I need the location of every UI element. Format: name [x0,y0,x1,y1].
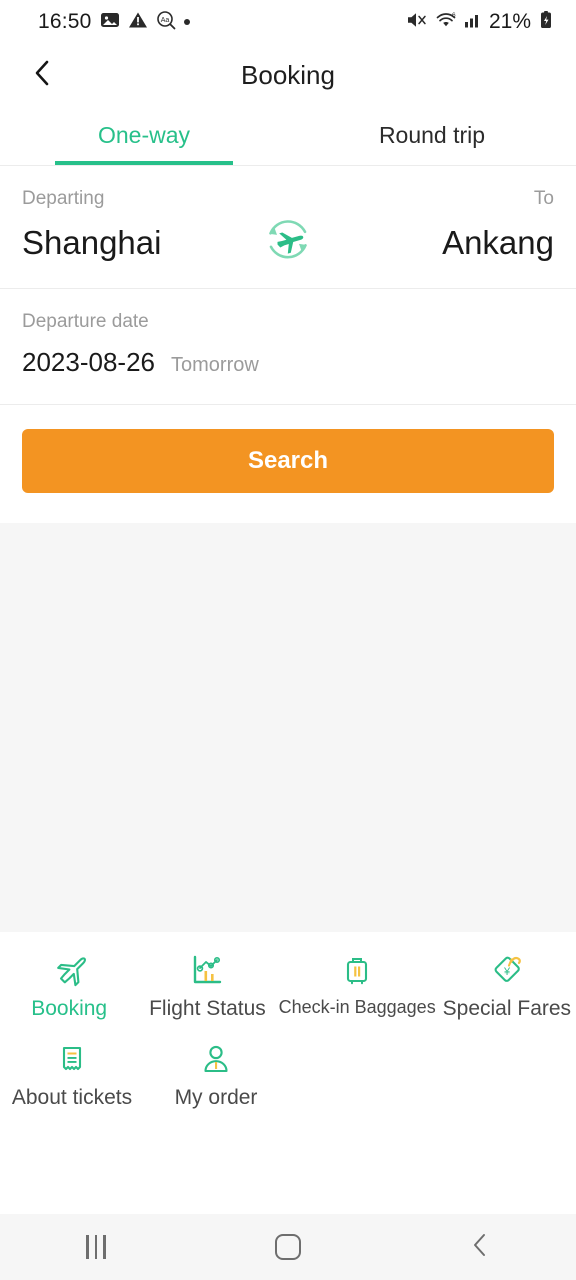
menu-label-flight-status: Flight Status [149,997,266,1020]
route-selector: Departing To Shanghai Ankang [0,166,576,289]
menu-label-my-order: My order [174,1086,258,1109]
menu-item-empty-2 [432,1031,576,1120]
chart-icon [187,948,227,992]
receipt-icon [52,1037,92,1081]
status-bar: 16:50 Aa 6 21% [0,0,576,44]
departure-city[interactable]: Shanghai [22,224,161,262]
dot-icon [183,19,190,25]
wifi-6-icon: 6 [435,10,457,35]
departure-date-relative: Tomorrow [171,354,259,376]
recents-icon [86,1235,106,1259]
signal-bars-icon [464,10,482,35]
departing-label: Departing [22,188,105,209]
chevron-left-icon [30,58,56,93]
menu-item-empty-1 [288,1031,432,1120]
departure-date-values: 2023-08-26 Tomorrow [22,347,554,378]
battery-percent: 21% [488,10,531,33]
bottom-menu-row-2: About tickets My order [0,1031,576,1120]
menu-label-special-fares: Special Fares [442,997,572,1020]
tab-one-way[interactable]: One-way [0,106,288,165]
home-button[interactable] [192,1234,384,1260]
status-time: 16:50 [38,10,92,33]
warning-icon [128,10,148,35]
search-button[interactable]: Search [22,429,554,493]
recents-button[interactable] [0,1235,192,1259]
menu-label-checkin-baggages: Check-in Baggages [278,997,436,1017]
menu-item-my-order[interactable]: My order [144,1031,288,1120]
back-button[interactable] [12,44,74,106]
battery-charging-icon [538,10,554,35]
svg-text:¥: ¥ [503,966,511,978]
bottom-menu: Booking Flight Status Check-in Baggages … [0,932,576,1124]
menu-label-booking: Booking [31,997,108,1020]
home-icon [275,1234,301,1260]
departure-date-value: 2023-08-26 [22,347,155,377]
to-label: To [533,188,554,209]
departure-date-selector[interactable]: Departure date 2023-08-26 Tomorrow [0,289,576,405]
menu-item-about-tickets[interactable]: About tickets [0,1031,144,1120]
content-placeholder [0,523,576,932]
menu-item-flight-status[interactable]: Flight Status [138,942,276,1031]
menu-item-checkin-baggages[interactable]: Check-in Baggages [277,942,438,1031]
back-nav-button[interactable] [384,1232,576,1263]
app-bar: Booking [0,44,576,106]
menu-label-about-tickets: About tickets [11,1086,133,1109]
suitcase-icon [337,948,377,992]
svg-text:Aa: Aa [160,17,169,24]
page-title: Booking [241,59,335,90]
plane-icon [49,948,89,992]
trip-type-tabs: One-way Round trip [0,106,576,166]
bottom-menu-row-1: Booking Flight Status Check-in Baggages … [0,942,576,1031]
status-bar-left: 16:50 Aa [38,10,190,35]
swap-plane-icon[interactable] [260,211,316,267]
search-section: Search [0,405,576,523]
person-icon [196,1037,236,1081]
menu-item-booking[interactable]: Booking [0,942,138,1031]
price-tag-icon: ¥ [487,948,527,992]
mute-icon [406,10,428,35]
android-nav-bar [0,1214,576,1280]
tab-round-trip-label: Round trip [378,122,486,148]
svg-text:6: 6 [452,12,456,19]
text-magnifier-icon: Aa [156,10,176,35]
image-icon [100,10,120,35]
back-icon [469,1232,491,1263]
departure-date-label: Departure date [22,311,149,332]
menu-item-special-fares[interactable]: ¥ Special Fares [438,942,576,1031]
arrival-city[interactable]: Ankang [442,224,554,262]
tab-round-trip[interactable]: Round trip [288,106,576,165]
route-labels: Departing To [22,188,554,210]
status-bar-right: 6 21% [406,10,554,35]
tab-one-way-label: One-way [97,122,191,148]
